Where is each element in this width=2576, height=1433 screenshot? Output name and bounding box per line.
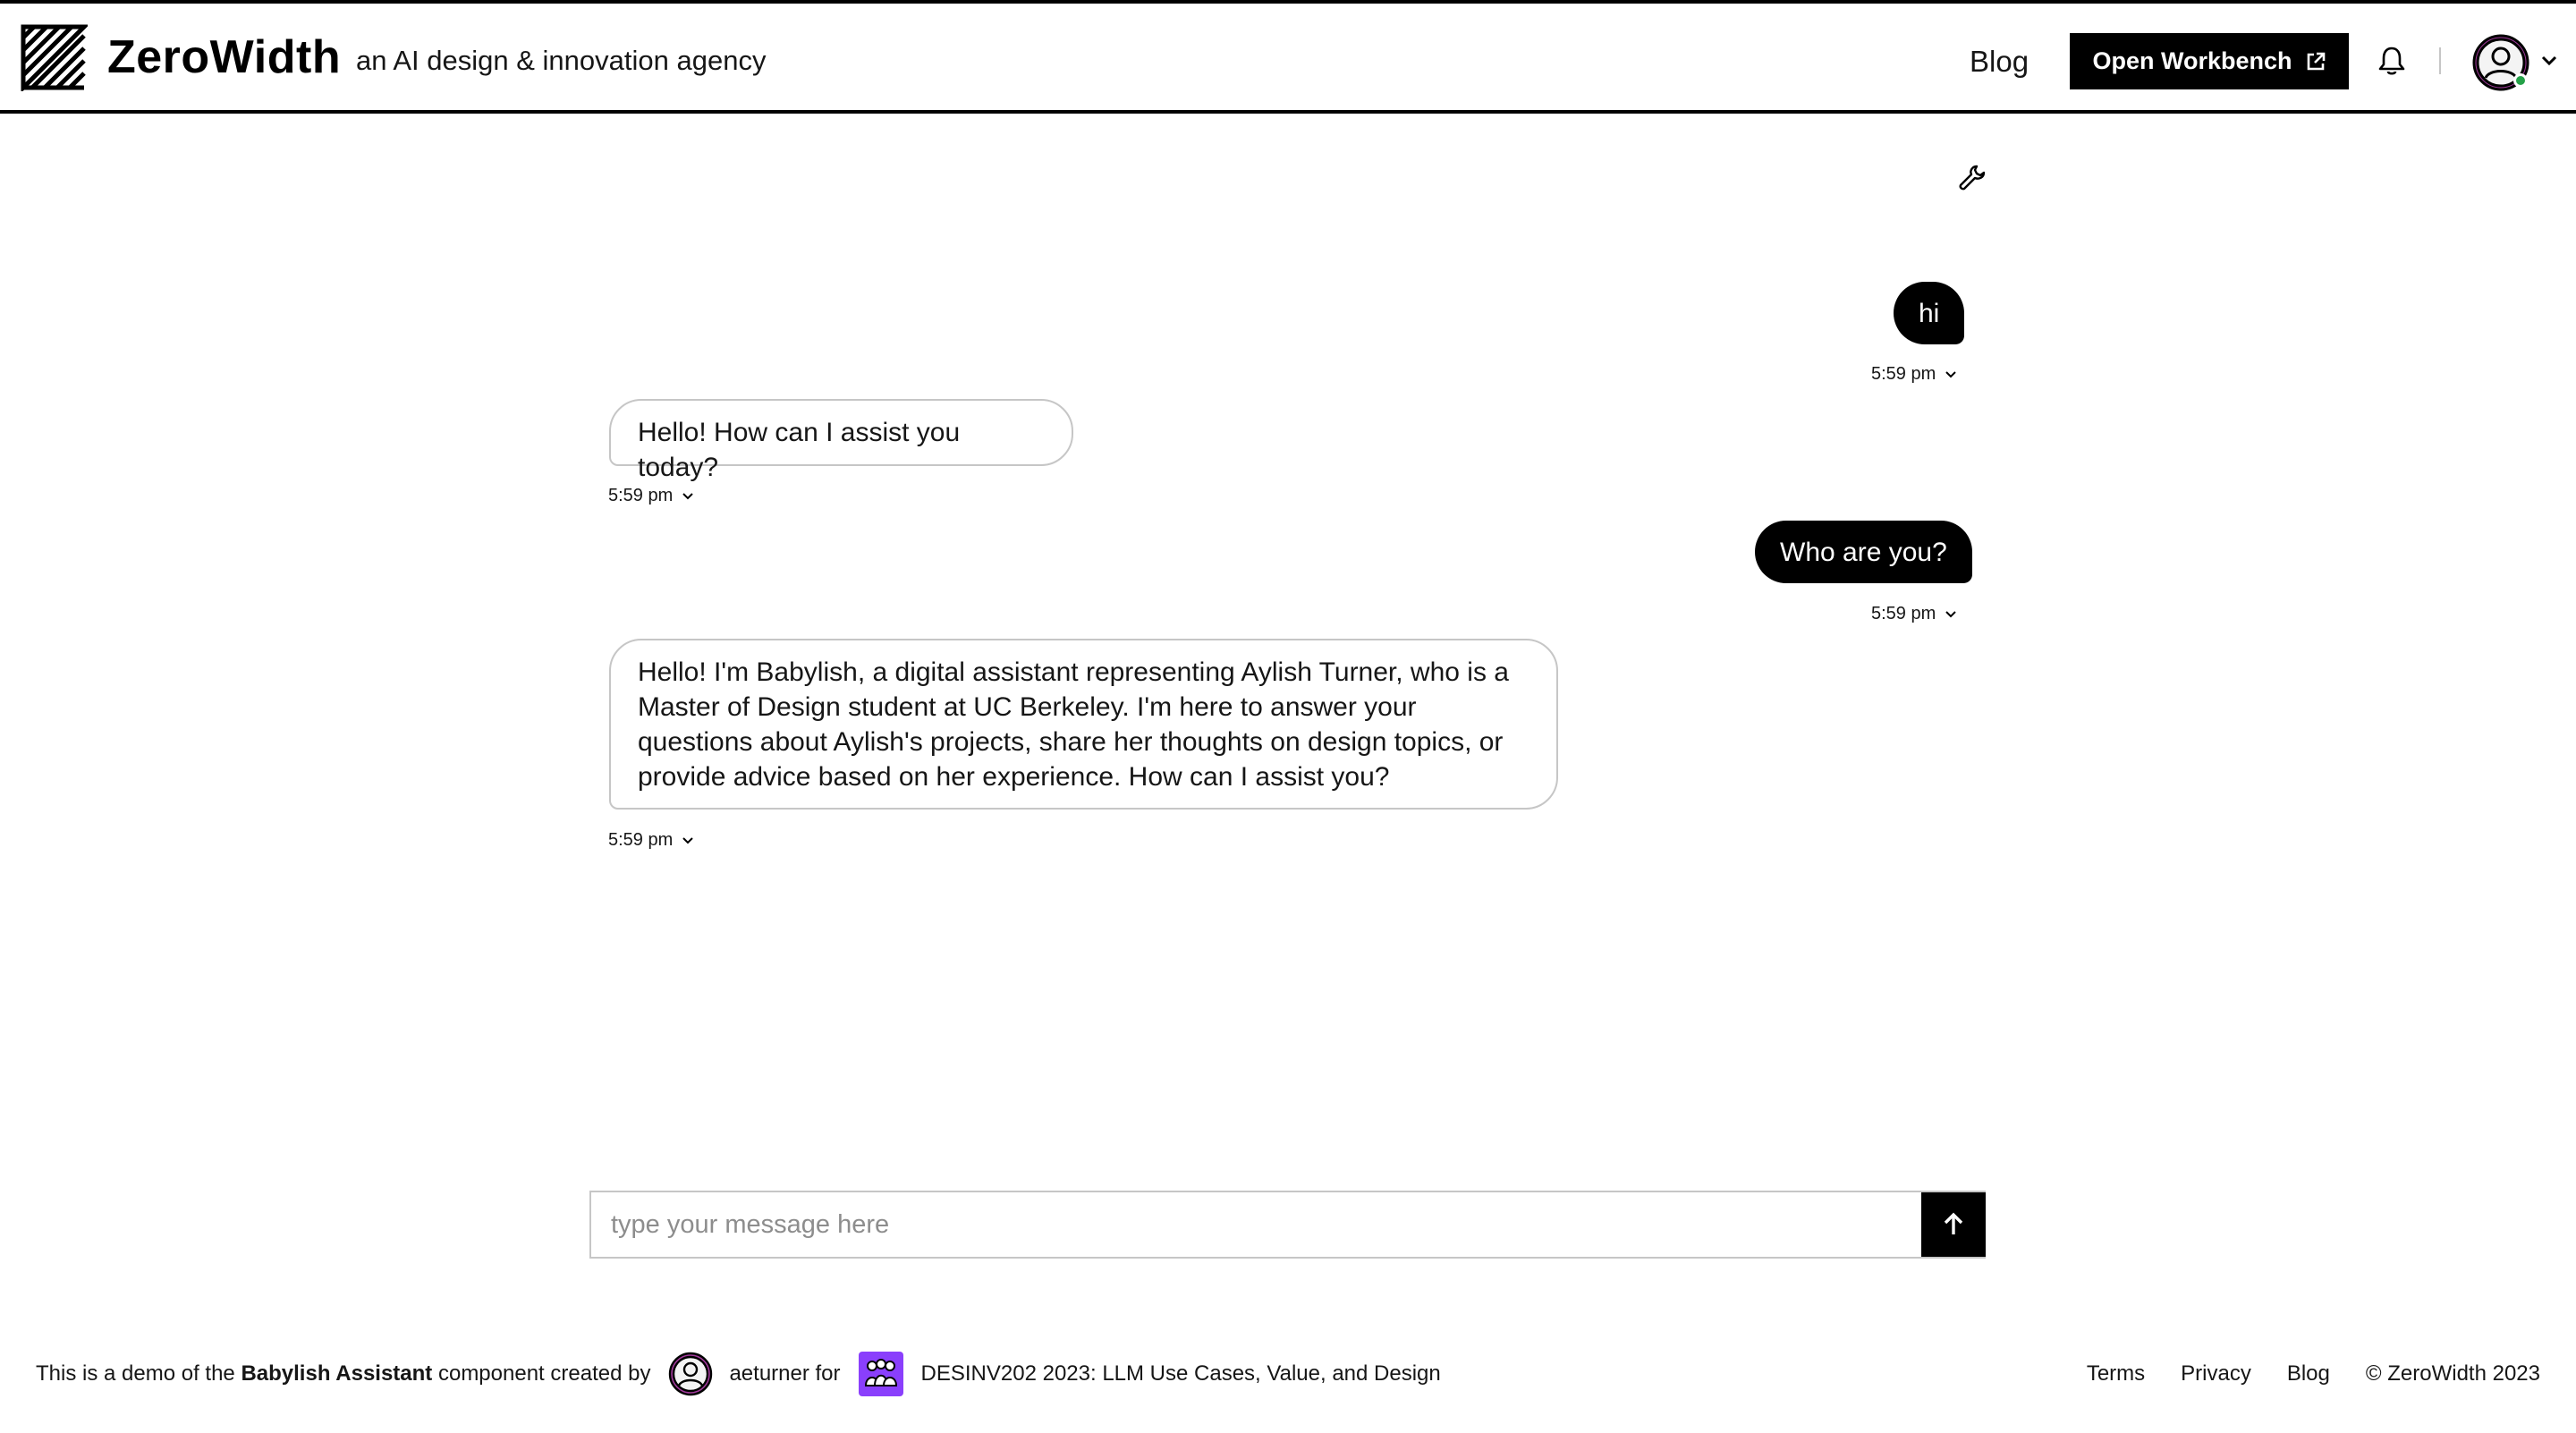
footer-attribution: This is a demo of the Babylish Assistant… xyxy=(36,1349,1441,1399)
team-glyph-icon xyxy=(864,1359,897,1386)
message-meta[interactable]: 5:59 pm xyxy=(608,830,696,851)
footer-links: Terms Privacy Blog © ZeroWidth 2023 xyxy=(2087,1349,2540,1399)
message-text: Who are you? xyxy=(1780,537,1947,567)
footer-demo-prefix: This is a demo of the xyxy=(36,1361,235,1386)
footer-privacy-link[interactable]: Privacy xyxy=(2181,1361,2251,1386)
user-message-bubble: hi xyxy=(1894,282,1965,344)
message-time: 5:59 pm xyxy=(608,486,674,505)
open-workbench-button[interactable]: Open Workbench xyxy=(2070,33,2349,89)
zerowidth-logo-icon[interactable] xyxy=(20,23,88,91)
chevron-down-icon[interactable] xyxy=(1943,367,1959,383)
message-time: 5:59 pm xyxy=(1871,364,1936,384)
message-meta[interactable]: 5:59 pm xyxy=(608,486,696,506)
message-input[interactable] xyxy=(611,1192,1917,1257)
chevron-down-icon[interactable] xyxy=(2538,50,2560,72)
open-workbench-label: Open Workbench xyxy=(2092,47,2292,74)
footer-created-by: component created by xyxy=(437,1361,651,1386)
message-composer xyxy=(589,1191,1986,1259)
chevron-down-icon[interactable] xyxy=(1943,606,1959,623)
message-text: Hello! How can I assist you today? xyxy=(638,418,961,482)
brand-tagline: an AI design & innovation agency xyxy=(356,45,767,76)
footer-blog-link[interactable]: Blog xyxy=(2287,1361,2330,1386)
chevron-down-icon[interactable] xyxy=(680,488,696,505)
creator-avatar-icon[interactable] xyxy=(668,1352,713,1396)
message-text: hi xyxy=(1919,298,1940,328)
send-button[interactable] xyxy=(1921,1192,1986,1257)
top-header: ZeroWidth an AI design & innovation agen… xyxy=(0,0,2576,114)
message-line: Hello! I'm Babylish, a digital assistant… xyxy=(638,657,1509,687)
message-meta[interactable]: 5:59 pm xyxy=(1871,364,1959,385)
user-message-bubble: Who are you? xyxy=(1755,521,1972,583)
message-line: Master of Design student at UC Berkeley.… xyxy=(638,692,1417,722)
online-status-dot xyxy=(2513,73,2528,88)
footer-copyright: © ZeroWidth 2023 xyxy=(2365,1361,2540,1386)
external-link-icon xyxy=(2307,52,2325,70)
nav-blog-link[interactable]: Blog xyxy=(1970,45,2029,79)
wrench-icon[interactable] xyxy=(1957,163,1987,193)
bell-icon[interactable] xyxy=(2377,45,2407,77)
team-icon[interactable] xyxy=(858,1352,903,1396)
arrow-up-icon xyxy=(1944,1212,1963,1234)
footer-project-link[interactable]: DESINV202 2023: LLM Use Cases, Value, an… xyxy=(921,1361,1441,1386)
assistant-message-bubble: Hello! How can I assist you today? xyxy=(609,399,1073,482)
footer-component-name[interactable]: Babylish Assistant xyxy=(241,1361,432,1386)
chevron-down-icon[interactable] xyxy=(680,833,696,849)
message-meta[interactable]: 5:59 pm xyxy=(1871,604,1959,624)
message-time: 5:59 pm xyxy=(608,830,674,850)
brand-name[interactable]: ZeroWidth xyxy=(107,30,341,84)
message-line: provide advice based on her experience. … xyxy=(638,762,1390,792)
message-line: questions about Aylish's projects, share… xyxy=(638,727,1504,757)
message-time: 5:59 pm xyxy=(1871,604,1936,623)
header-divider xyxy=(2439,47,2441,74)
page-footer: This is a demo of the Babylish Assistant… xyxy=(0,1349,2576,1399)
footer-username[interactable]: aeturner for xyxy=(729,1361,840,1386)
footer-terms-link[interactable]: Terms xyxy=(2087,1361,2145,1386)
assistant-message-bubble: Hello! I'm Babylish, a digital assistant… xyxy=(609,639,1558,810)
